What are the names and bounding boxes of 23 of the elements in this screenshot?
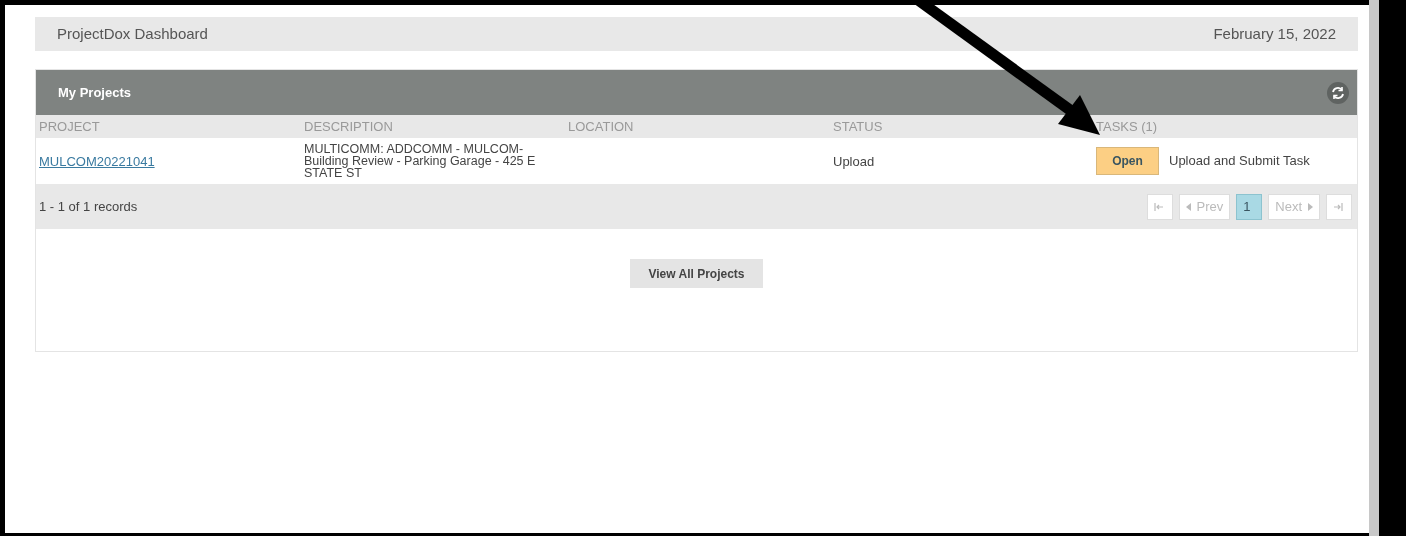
- refresh-icon: [1331, 85, 1345, 100]
- page-title: ProjectDox Dashboard: [57, 23, 208, 44]
- panel-title: My Projects: [58, 83, 131, 102]
- date-label: February 15, 2022: [1213, 23, 1336, 44]
- column-header: STATUS: [832, 117, 884, 136]
- open-task-button[interactable]: Open: [1096, 147, 1159, 175]
- view-all-button[interactable]: View All Projects: [630, 259, 763, 288]
- task-name: Upload and Submit Task: [1169, 152, 1310, 171]
- column-header: LOCATION: [567, 117, 635, 136]
- column-header: TASKS (1): [1095, 117, 1159, 136]
- scrollbar[interactable]: [1369, 0, 1379, 536]
- project-link[interactable]: MULCOM20221041: [39, 154, 155, 169]
- description-cell-text: MULTICOMM: ADDCOMM - MULCOM-Building Review - Parking Garage - 425 E STATE ST: [304, 143, 537, 179]
- first-page-icon: [1153, 201, 1164, 212]
- records-count: 1 - 1 of 1 records: [39, 197, 138, 216]
- refresh-button[interactable]: [1327, 81, 1349, 104]
- column-header: PROJECT: [38, 117, 101, 136]
- column-header: DESCRIPTION: [303, 117, 394, 136]
- caret-left-icon: [1185, 202, 1192, 211]
- status-cell: Upload: [833, 154, 875, 169]
- caret-right-icon: [1307, 202, 1313, 211]
- page-button[interactable]: 1: [1236, 193, 1263, 220]
- last-page-icon: [1333, 201, 1343, 212]
